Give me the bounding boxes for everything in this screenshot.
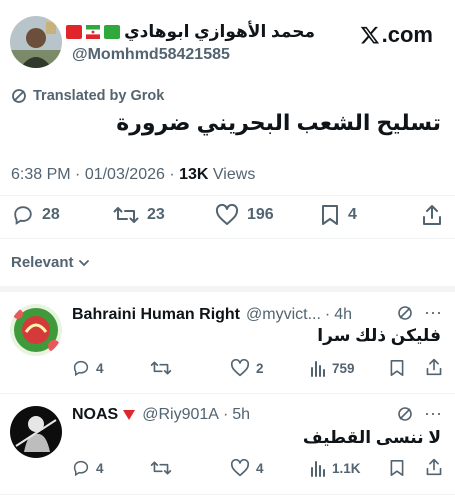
share-icon <box>426 458 442 476</box>
bookmark-button[interactable]: 4 <box>320 204 357 226</box>
share-icon <box>423 205 441 225</box>
reply-author-name[interactable]: NOAS <box>72 406 118 424</box>
author-name-row: محمد الأهوازي ابوهادي <box>66 22 315 42</box>
reply-avatar[interactable] <box>10 406 62 458</box>
translation-label: Translated by Grok <box>33 88 165 104</box>
brand-domain: .com <box>381 22 433 47</box>
divider <box>0 238 455 239</box>
grok-icon[interactable] <box>397 305 413 321</box>
reply-repost-button[interactable] <box>150 459 178 477</box>
tweet-text: تسليح الشعب البحريني ضرورة <box>116 110 441 135</box>
share-icon <box>426 358 442 376</box>
like-count: 196 <box>247 206 274 223</box>
divider <box>0 393 455 394</box>
grok-icon <box>12 89 26 103</box>
x-logo-icon <box>360 26 379 44</box>
repost-icon <box>150 461 172 475</box>
tweet-date[interactable]: 01/03/2026 <box>85 166 165 183</box>
author-avatar[interactable] <box>10 16 62 68</box>
iran-flag-icon <box>86 25 101 39</box>
reply-like-button[interactable]: 4 <box>230 459 264 477</box>
reply-bookmark-button[interactable] <box>389 359 405 377</box>
author-name[interactable]: محمد الأهوازي ابوهادي <box>124 22 315 42</box>
reply-icon <box>73 460 89 477</box>
translation-notice[interactable]: Translated by Grok <box>11 88 164 104</box>
x-brand: .com <box>360 22 433 48</box>
more-options-icon[interactable]: ··· <box>424 302 442 323</box>
analytics-icon <box>311 461 325 477</box>
reply-reply-button[interactable]: 4 <box>72 459 104 477</box>
heart-icon <box>230 459 250 477</box>
share-button[interactable] <box>421 204 451 226</box>
reply-header: NOAS @Riy901A · 5h <box>72 406 250 424</box>
reply-reply-count: 4 <box>96 460 104 476</box>
divider <box>0 195 455 196</box>
reply-time[interactable]: 5h <box>232 406 250 424</box>
author-handle[interactable]: @Momhmd58421585 <box>72 46 230 64</box>
reply-views-count: 759 <box>332 360 355 376</box>
grok-icon[interactable] <box>397 406 413 422</box>
bookmark-icon <box>390 360 404 376</box>
reply-header: Bahraini Human Right @myvict... · 4h <box>72 306 352 324</box>
repost-icon <box>150 361 172 375</box>
more-options-icon[interactable]: ··· <box>424 403 442 424</box>
reply-separator: · <box>324 306 331 323</box>
reply-views-count: 1.1K <box>332 460 361 476</box>
reply-like-count: 2 <box>256 360 264 376</box>
reply-author-handle[interactable]: @Riy901A <box>142 406 219 424</box>
like-button[interactable]: 196 <box>215 204 274 226</box>
reply-text: فليكن ذلك سرا <box>317 326 441 345</box>
reply-share-button[interactable] <box>425 358 443 376</box>
sort-dropdown[interactable]: Relevant <box>11 254 90 271</box>
reply-repost-button[interactable] <box>150 359 178 377</box>
reply-views-button[interactable]: 1.1K <box>310 459 361 477</box>
views-label: Views <box>212 166 256 183</box>
reply-share-button[interactable] <box>425 458 443 476</box>
reply-bookmark-button[interactable] <box>389 459 405 477</box>
heart-icon <box>230 359 250 377</box>
red-flag-icon <box>66 25 83 39</box>
green-flag-icon <box>104 25 121 39</box>
reply-count: 28 <box>42 206 60 223</box>
tweet-time[interactable]: 6:38 PM <box>11 166 71 183</box>
reply-separator: · <box>222 406 229 423</box>
red-triangle-icon <box>123 410 136 420</box>
reply-avatar[interactable] <box>10 304 62 356</box>
reply-author-name[interactable]: Bahraini Human Right <box>72 306 240 324</box>
reply-author-handle[interactable]: @myvict... <box>246 306 321 324</box>
reply-reply-button[interactable]: 4 <box>72 359 104 377</box>
reply-text: لا ننسى القطيف <box>302 428 441 447</box>
views-count: 13K <box>179 166 209 183</box>
repost-icon <box>113 207 139 223</box>
heart-icon <box>215 204 239 225</box>
reply-button[interactable]: 28 <box>12 204 60 226</box>
sort-label: Relevant <box>11 254 74 271</box>
repost-button[interactable]: 23 <box>113 204 165 226</box>
reply-reply-count: 4 <box>96 360 104 376</box>
bookmark-count: 4 <box>348 206 357 223</box>
reply-like-count: 4 <box>256 460 264 476</box>
chevron-down-icon <box>78 259 89 266</box>
bookmark-icon <box>390 460 404 476</box>
reply-views-button[interactable]: 759 <box>310 359 355 377</box>
reply-like-button[interactable]: 2 <box>230 359 264 377</box>
reply-icon <box>73 360 89 377</box>
reply-time[interactable]: 4h <box>334 306 352 324</box>
repost-count: 23 <box>147 206 165 223</box>
divider <box>0 494 455 495</box>
analytics-icon <box>311 361 325 377</box>
bookmark-icon <box>322 205 338 225</box>
reply-icon <box>14 206 32 225</box>
section-divider <box>0 286 455 292</box>
tweet-meta: 6:38 PM · 01/03/2026 · 13K Views <box>11 166 256 183</box>
